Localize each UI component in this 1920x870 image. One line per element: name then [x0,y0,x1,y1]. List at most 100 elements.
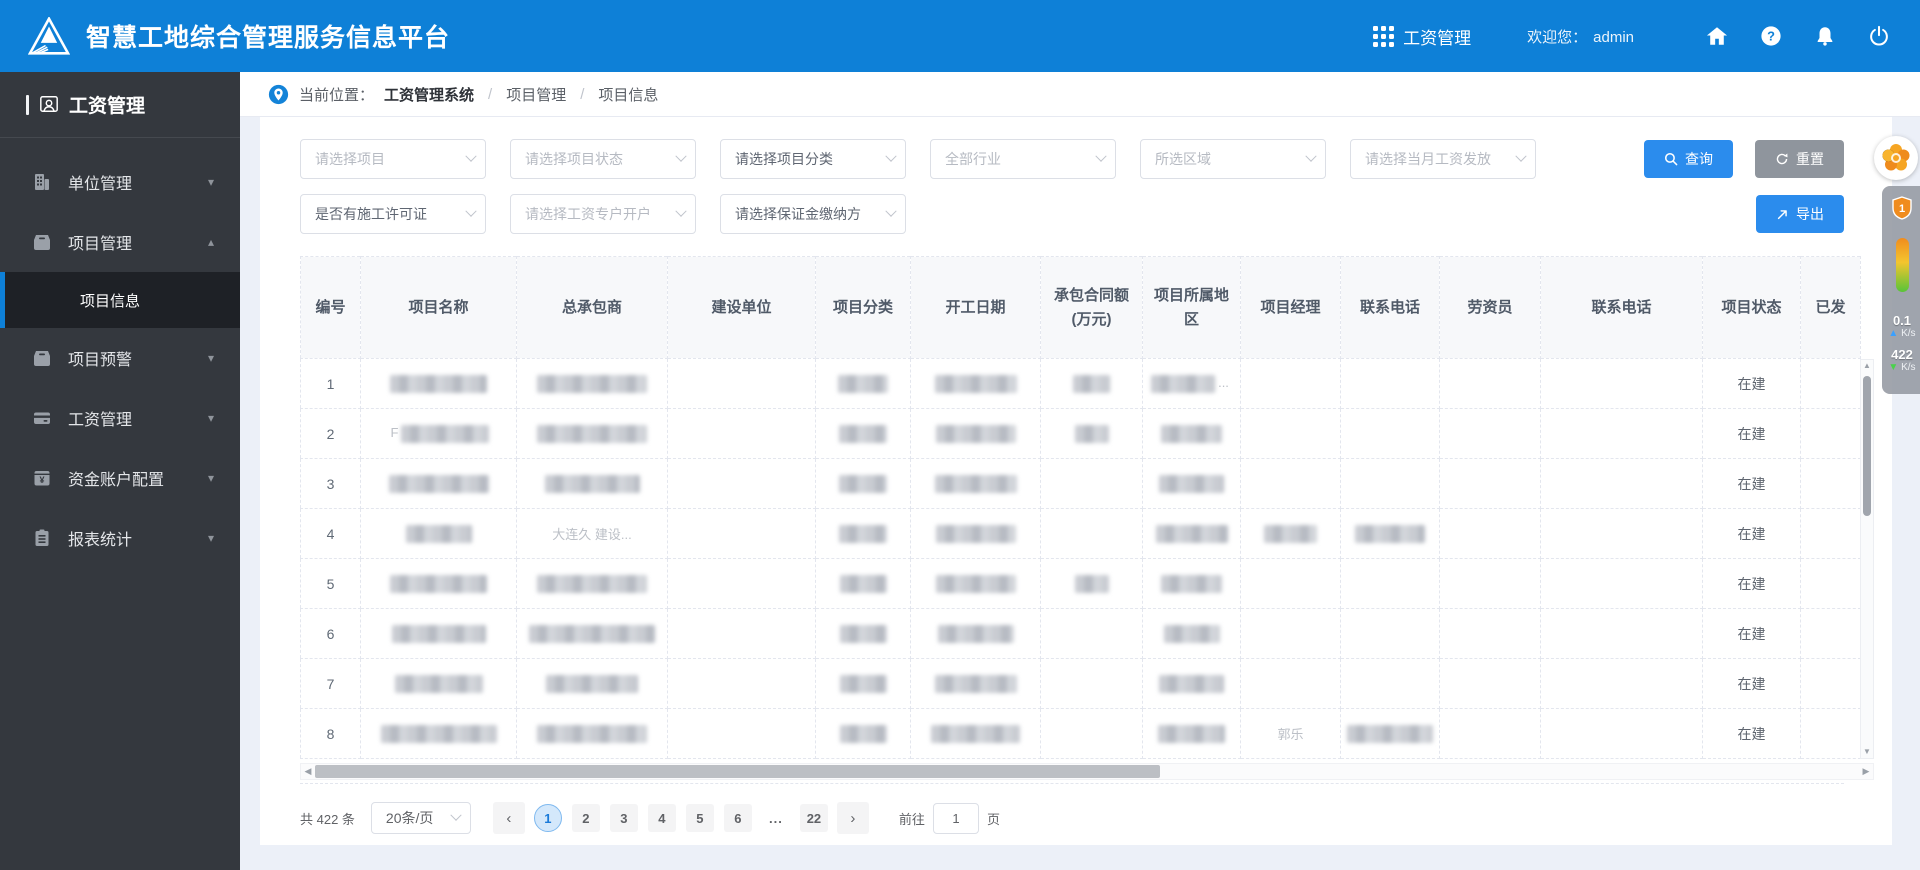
vertical-scrollbar-thumb[interactable] [1863,376,1871,516]
redacted-content [1158,724,1225,743]
speed-panel[interactable]: 1 0.1 ▲ K/s 422 ▼ K/s [1882,186,1920,394]
horizontal-scrollbar[interactable]: ◀ ▶ [300,763,1874,780]
redacted-content [537,724,647,743]
cell-amount [1040,358,1143,409]
cell-paid [1800,408,1861,459]
help-icon[interactable]: ? [1760,25,1782,47]
horizontal-scrollbar-thumb[interactable] [315,765,1160,778]
cell-builder [667,658,816,709]
wallet-icon [32,408,52,428]
pager-page-2[interactable]: 2 [571,804,600,832]
pager-page-4[interactable]: 4 [647,804,676,832]
upload-speed-value: 0.1 [1892,313,1912,328]
total-count: 共 422 条 [300,811,355,827]
page-size-select[interactable]: 20条/页 [370,802,471,834]
select-deposit-payer[interactable]: 请选择保证金缴纳方 [720,194,906,234]
column-header-name: 项目名称 [360,256,517,359]
scroll-down-arrow-icon[interactable]: ▼ [1863,746,1871,758]
table-row[interactable]: 5 在建 [300,558,1861,609]
table-row[interactable]: 7 在建 [300,658,1861,709]
table-row[interactable]: 8 郭乐 在建 [300,708,1861,759]
table-row[interactable]: 1... 在建 [300,358,1861,409]
cell-phone1 [1340,408,1440,459]
pager-next-button[interactable]: › [836,802,869,834]
sidebar-item-fund-account-config[interactable]: ¥ 资金账户配置 ▾ [0,448,240,508]
select-project[interactable]: 请选择项目 [300,139,486,179]
cell-manager: 郭乐 [1240,708,1341,759]
bell-icon[interactable] [1814,25,1836,47]
cell-region [1142,708,1241,759]
table-wrap: 编号 项目名称 总承包商 建设单位 项目分类 开工日期 承包合同额(万元) 项目所属地区 项目经… [300,256,1874,759]
goto-page-input[interactable] [932,802,979,834]
scroll-right-arrow-icon[interactable]: ▶ [1859,766,1873,777]
pager-ellipsis[interactable]: ... [762,804,790,832]
chevron-down-icon: ▾ [207,411,214,425]
select-project-status[interactable]: 请选择项目状态 [510,139,696,179]
select-region[interactable]: 所选区域 [1140,139,1326,179]
pager-page-3[interactable]: 3 [609,804,638,832]
cell-laborer [1439,608,1541,659]
sidebar-item-wage-management[interactable]: 工资管理 ▾ [0,388,240,448]
select-project-category[interactable]: 请选择项目分类 [720,139,906,179]
table-row[interactable]: 4 大连久 建设... 在建 [300,508,1861,559]
sidebar-item-project-management[interactable]: 项目管理 ▴ [0,212,240,272]
chevron-down-icon [675,205,687,217]
app-header: 智慧工地综合管理服务信息平台 工资管理 欢迎您： admin ? [0,0,1920,72]
search-button[interactable]: 查询 [1644,140,1733,178]
select-industry[interactable]: 全部行业 [930,139,1116,179]
cell-status: 在建 [1702,508,1801,559]
cell-phone1 [1340,358,1440,409]
export-button[interactable]: 导出 [1756,195,1844,233]
power-icon[interactable] [1868,25,1890,47]
select-monthly-wage-paid[interactable]: 请选择当月工资发放 [1350,139,1536,179]
cell-phone2 [1540,608,1703,659]
table-row[interactable]: 3 在建 [300,458,1861,509]
breadcrumb-item-project-info[interactable]: 项目信息 [598,84,658,105]
scroll-up-arrow-icon[interactable]: ▲ [1863,360,1871,372]
pager-page-5[interactable]: 5 [685,804,714,832]
redacted-content [1355,524,1425,543]
header-right: 工资管理 欢迎您： admin ? [1373,24,1890,49]
cell-phone1 [1340,508,1440,559]
reset-button[interactable]: 重置 [1755,140,1844,178]
redacted-content [1347,724,1433,743]
select-construction-permit[interactable]: 是否有施工许可证 [300,194,486,234]
breadcrumb-item-project-management[interactable]: 项目管理 [506,84,566,105]
scroll-left-arrow-icon[interactable]: ◀ [301,766,315,777]
sidebar-item-label: 单位管理 [68,176,133,193]
cell-paid [1800,558,1861,609]
cell-builder [667,358,816,409]
cell-phone1 [1340,558,1440,609]
pager-page-22[interactable]: 22 [799,804,828,832]
browser-assistant-icon[interactable] [1874,136,1918,180]
redacted-content [390,374,487,393]
redacted-content [544,474,640,493]
select-wage-account-bank[interactable]: 请选择工资专户开户 [510,194,696,234]
pager-page-6[interactable]: 6 [723,804,752,832]
pager-prev-button[interactable]: ‹ [492,802,525,834]
cell-contractor [516,358,668,409]
cell-date [910,708,1041,759]
cell-contractor [516,708,668,759]
redacted-content [1151,374,1216,393]
filter-row-1: 请选择项目 请选择项目状态 请选择项目分类 全部行业 所选区域 请选择当月工资发… [300,139,1844,179]
table-row[interactable]: 6 在建 [300,608,1861,659]
cell-date [910,608,1041,659]
home-icon[interactable] [1706,25,1728,47]
pager-page-1[interactable]: 1 [533,804,562,832]
breadcrumb-root[interactable]: 工资管理系统 [384,84,474,105]
cell-phone1 [1340,458,1440,509]
sidebar-item-report-statistics[interactable]: 报表统计 ▾ [0,508,240,568]
sidebar-item-unit-management[interactable]: 单位管理 ▾ [0,152,240,212]
vertical-scrollbar[interactable]: ▲ ▼ [1860,359,1874,759]
sidebar-item-project-info-active[interactable]: 项目信息 [0,272,240,328]
column-header-paid: 已发 [1800,256,1861,359]
module-switch-button[interactable]: 工资管理 [1373,24,1471,49]
column-header-phone1: 联系电话 [1340,256,1440,359]
speed-widget: 1 0.1 ▲ K/s 422 ▼ K/s [1872,136,1920,394]
table-row[interactable]: 2 F 在建 [300,408,1861,459]
welcome-text: 欢迎您： admin [1527,28,1634,46]
sidebar-item-project-warning[interactable]: 项目预警 ▾ [0,328,240,388]
cell-laborer [1439,408,1541,459]
cell-phone1 [1340,658,1440,709]
